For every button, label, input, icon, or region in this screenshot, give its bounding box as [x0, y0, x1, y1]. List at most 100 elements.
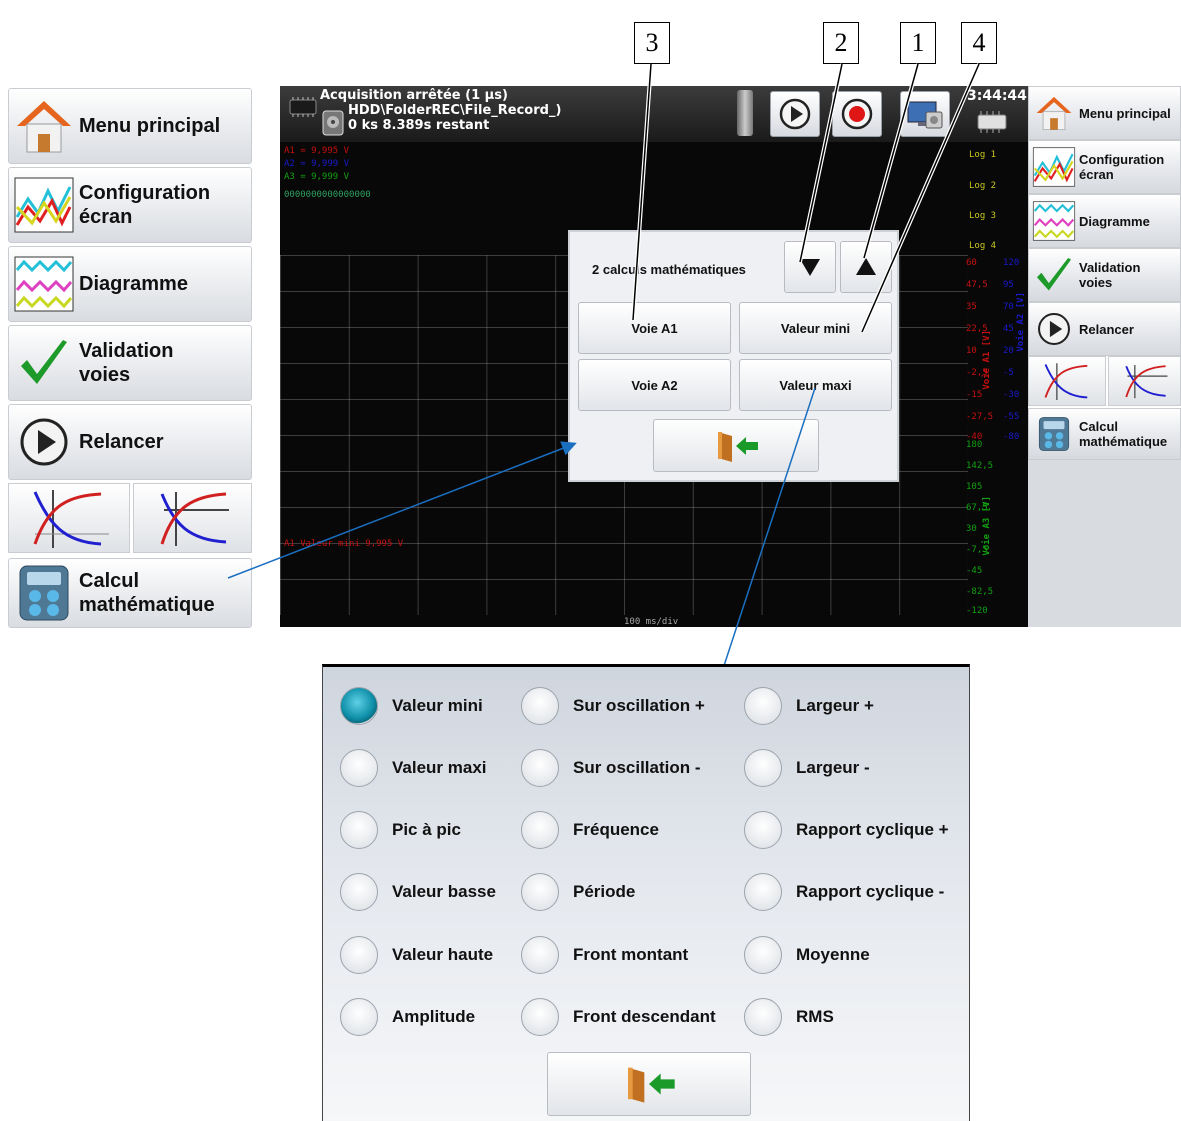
radio-icon[interactable]: [744, 873, 782, 911]
record-icon: [841, 98, 873, 130]
radio-icon[interactable]: [521, 873, 559, 911]
left-menu-config-ecran-button[interactable]: Configuration écran: [8, 167, 252, 243]
status-acquisition: Acquisition arrêtée (1 µs): [320, 88, 508, 103]
play-icon: [779, 98, 811, 130]
move-up-button[interactable]: [840, 241, 892, 293]
option-valeur-basse[interactable]: Valeur basse: [340, 873, 496, 911]
radio-icon[interactable]: [340, 998, 378, 1036]
right-menu-config-ecran-button[interactable]: Configuration écran: [1028, 140, 1181, 194]
right-menu-label: Diagramme: [1079, 213, 1150, 229]
option-label: Valeur haute: [392, 945, 494, 964]
left-cursor-button-2[interactable]: [133, 483, 252, 553]
right-menu-relancer-button[interactable]: Relancer: [1028, 302, 1181, 356]
cursor-graph-icon: [1125, 365, 1168, 399]
option-rms[interactable]: RMS: [744, 998, 834, 1036]
dialog-exit-button[interactable]: [653, 419, 819, 472]
option-valeur-maxi[interactable]: Valeur maxi: [340, 749, 487, 787]
home-icon: [1029, 95, 1079, 131]
play-button[interactable]: [770, 91, 820, 137]
option-moyenne[interactable]: Moyenne: [744, 936, 870, 974]
option-rapport-cyclique-minus[interactable]: Rapport cyclique -: [744, 873, 944, 911]
radio-icon[interactable]: [744, 749, 782, 787]
dialog-calc-button-1[interactable]: Valeur mini: [739, 302, 892, 354]
axis-tick: 47,5: [966, 280, 988, 290]
right-cursor-button-2[interactable]: [1108, 356, 1181, 406]
option-label: Sur oscillation +: [573, 696, 705, 715]
right-cursor-button-1[interactable]: [1028, 356, 1106, 406]
option-label: Largeur -: [796, 758, 870, 777]
option-sur-oscillation-minus[interactable]: Sur oscillation -: [521, 749, 701, 787]
hdd-icon: [322, 110, 344, 141]
option-pic-a-pic[interactable]: Pic à pic: [340, 811, 461, 849]
callout-number: 4: [961, 22, 997, 64]
exit-door-icon: [718, 431, 758, 462]
right-menu-principal-button[interactable]: Menu principal: [1028, 86, 1181, 140]
axis-tick: -15: [966, 390, 983, 400]
radio-icon[interactable]: [340, 749, 378, 787]
option-largeur-minus[interactable]: Largeur -: [744, 749, 870, 787]
option-valeur-mini[interactable]: Valeur mini: [340, 687, 483, 725]
screen-save-icon: [907, 101, 943, 129]
dialog-channel-button-1[interactable]: Voie A1: [578, 302, 731, 354]
option-front-descendant[interactable]: Front descendant: [521, 998, 716, 1036]
option-frequence[interactable]: Fréquence: [521, 811, 659, 849]
channel-a1-value: A1 = 9,995 V: [284, 146, 350, 156]
chip-icon: [286, 96, 320, 123]
left-menu-calcul-button[interactable]: Calcul mathématique: [8, 558, 252, 628]
left-menu-label: Configuration écran: [79, 182, 211, 228]
left-menu-diagramme-button[interactable]: Diagramme: [8, 246, 252, 322]
axis-tick: 35: [966, 302, 977, 312]
option-periode[interactable]: Période: [521, 873, 635, 911]
left-menu-validation-voies-button[interactable]: Validation voies: [8, 325, 252, 401]
arrow-down-icon: [800, 259, 820, 276]
option-label: Amplitude: [392, 1007, 476, 1026]
right-menu-label: Menu principal: [1079, 105, 1171, 121]
radio-icon[interactable]: [521, 936, 559, 974]
option-rapport-cyclique-plus[interactable]: Rapport cyclique +: [744, 811, 949, 849]
option-largeur-plus[interactable]: Largeur +: [744, 687, 874, 725]
dialog-calc-button-2[interactable]: Valeur maxi: [739, 359, 892, 411]
radio-icon[interactable]: [521, 811, 559, 849]
record-button[interactable]: [832, 91, 882, 137]
calculator-icon: [1029, 415, 1079, 453]
options-exit-button[interactable]: [547, 1052, 751, 1116]
radio-icon[interactable]: [340, 873, 378, 911]
radio-icon[interactable]: [521, 749, 559, 787]
option-amplitude[interactable]: Amplitude: [340, 998, 475, 1036]
right-menu-diagramme-button[interactable]: Diagramme: [1028, 194, 1181, 248]
left-menu-relancer-button[interactable]: Relancer: [8, 404, 252, 480]
axis-tick: -30: [1003, 390, 1020, 400]
axis-tick: 105: [966, 482, 983, 492]
radio-icon[interactable]: [744, 687, 782, 725]
left-menu-label: Relancer: [79, 431, 164, 453]
save-screen-button[interactable]: [900, 91, 950, 137]
move-down-button[interactable]: [784, 241, 836, 293]
home-icon: [9, 98, 79, 154]
option-valeur-haute[interactable]: Valeur haute: [340, 936, 493, 974]
left-cursor-button-1[interactable]: [8, 483, 130, 553]
dialog-channel-button-2[interactable]: Voie A2: [578, 359, 731, 411]
radio-icon[interactable]: [521, 998, 559, 1036]
right-menu-validation-button[interactable]: Validation voies: [1028, 248, 1181, 302]
radio-selected-icon[interactable]: [340, 687, 378, 725]
exit-door-icon: [628, 1067, 675, 1103]
right-menu-calcul-button[interactable]: Calcul mathématique: [1028, 408, 1181, 460]
left-menu-principal-button[interactable]: Menu principal: [8, 88, 252, 164]
option-label: Largeur +: [796, 696, 874, 715]
radio-icon[interactable]: [744, 998, 782, 1036]
radio-icon[interactable]: [340, 936, 378, 974]
axis-tick: -120: [966, 606, 988, 616]
option-label: Sur oscillation -: [573, 758, 701, 777]
left-menu-label: Calcul mathématique: [79, 570, 215, 616]
radio-icon[interactable]: [521, 687, 559, 725]
right-menu-label: Validation voies: [1079, 260, 1141, 290]
channel-a3-value: A3 = 9,999 V: [284, 172, 350, 182]
radio-icon[interactable]: [744, 936, 782, 974]
radio-icon[interactable]: [744, 811, 782, 849]
screen-config-icon: [1029, 147, 1079, 187]
option-sur-oscillation-plus[interactable]: Sur oscillation +: [521, 687, 705, 725]
right-menu-label: Configuration écran: [1079, 152, 1165, 182]
radio-icon[interactable]: [340, 811, 378, 849]
option-front-montant[interactable]: Front montant: [521, 936, 688, 974]
axis-label-a2: Voie A2 [V]: [1016, 292, 1026, 352]
